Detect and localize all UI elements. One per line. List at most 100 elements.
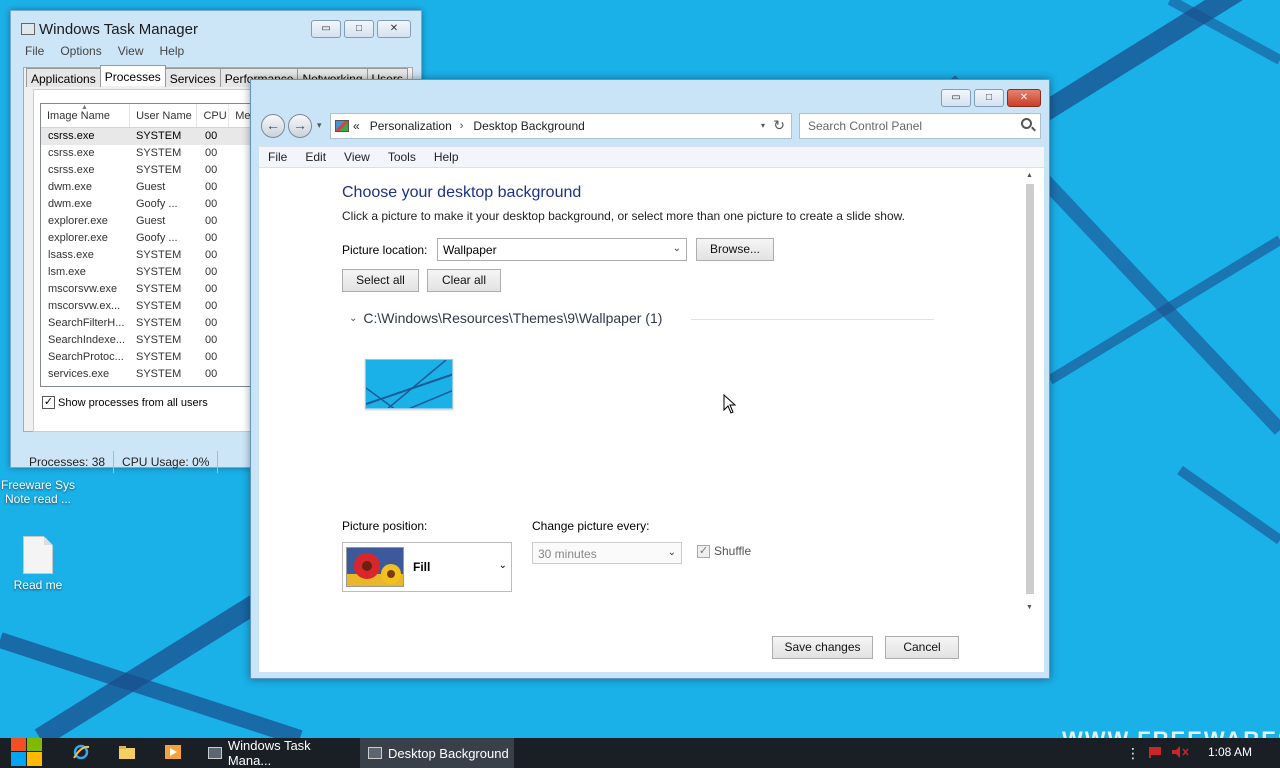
table-row[interactable]: lsm.exe SYSTEM 00: [41, 264, 253, 281]
search-icon[interactable]: [1021, 118, 1032, 129]
task-manager-caption-buttons: ▭ □ ✕: [311, 20, 411, 38]
address-dropdown-icon[interactable]: ▾: [761, 121, 765, 130]
refresh-icon[interactable]: ↻: [773, 117, 785, 134]
control-panel-window[interactable]: ▭ □ ✕ ← → ▾ « Personalization › Desktop …: [250, 79, 1050, 679]
history-dropdown-icon[interactable]: ▾: [317, 120, 322, 131]
minimize-button[interactable]: ▭: [311, 20, 341, 38]
media-player-icon[interactable]: [164, 744, 182, 760]
task-manager-title: Windows Task Manager: [21, 21, 198, 38]
save-changes-button[interactable]: Save changes: [772, 636, 873, 659]
process-name-cell: services.exe: [48, 368, 110, 380]
search-box[interactable]: Search Control Panel: [799, 113, 1041, 139]
menu-file[interactable]: File: [25, 44, 44, 58]
start-button[interactable]: [10, 737, 43, 767]
table-row[interactable]: mscorsvw.exe SYSTEM 00: [41, 281, 253, 298]
column-user-name[interactable]: User Name: [130, 104, 198, 127]
table-row[interactable]: services.exe SYSTEM 00: [41, 366, 253, 383]
tab-services[interactable]: Services: [164, 68, 221, 87]
menu-help[interactable]: Help: [425, 147, 468, 167]
breadcrumb-personalization[interactable]: Personalization: [370, 119, 452, 133]
maximize-button[interactable]: □: [974, 89, 1004, 107]
table-row[interactable]: dwm.exe Guest 00: [41, 179, 253, 196]
table-row[interactable]: explorer.exe Guest 00: [41, 213, 253, 230]
show-all-checkbox[interactable]: ✓: [42, 396, 55, 409]
table-row[interactable]: csrss.exe SYSTEM 00: [41, 145, 253, 162]
breadcrumb-desktop-background[interactable]: Desktop Background: [473, 119, 584, 133]
cancel-button[interactable]: Cancel: [885, 636, 959, 659]
address-prefix[interactable]: «: [353, 119, 360, 133]
column-image-name[interactable]: ▲ Image Name: [41, 104, 131, 127]
user-name-cell: SYSTEM: [136, 317, 182, 329]
minimize-button[interactable]: ▭: [941, 89, 971, 107]
volume-muted-icon[interactable]: [1171, 745, 1189, 759]
action-center-flag-icon[interactable]: [1148, 745, 1164, 759]
table-row[interactable]: explorer.exe Goofy ... 00: [41, 230, 253, 247]
wallpaper-thumbnail[interactable]: [365, 359, 453, 409]
cpu-cell: 00: [205, 164, 218, 176]
scroll-down-icon[interactable]: ▼: [1026, 604, 1033, 611]
tab-applications[interactable]: Applications: [26, 68, 101, 87]
table-row[interactable]: SearchIndexe... SYSTEM 00: [41, 332, 253, 349]
scroll-up-icon[interactable]: ▲: [1026, 172, 1033, 179]
table-row[interactable]: mscorsvw.ex... SYSTEM 00: [41, 298, 253, 315]
table-row[interactable]: SearchFilterH... SYSTEM 00: [41, 315, 253, 332]
chevron-down-icon: ⌄: [667, 547, 676, 558]
page-description: Click a picture to make it your desktop …: [342, 209, 905, 223]
menu-view[interactable]: View: [118, 44, 144, 58]
tab-processes[interactable]: Processes: [99, 65, 166, 86]
user-name-cell: SYSTEM: [136, 300, 182, 312]
picture-position-select[interactable]: Fill ⌄: [342, 542, 512, 592]
picture-location-value: Wallpaper: [443, 243, 497, 257]
column-cpu[interactable]: CPU: [197, 104, 230, 127]
position-preview-image: [346, 547, 404, 587]
forward-button[interactable]: →: [288, 114, 312, 138]
menu-tools[interactable]: Tools: [379, 147, 425, 167]
vertical-scrollbar[interactable]: ▲ ▼: [1024, 168, 1036, 614]
close-button[interactable]: ✕: [377, 20, 411, 38]
address-bar[interactable]: « Personalization › Desktop Background ▾…: [330, 113, 792, 139]
table-row[interactable]: csrss.exe SYSTEM 00: [41, 128, 253, 145]
system-clock[interactable]: 1:08 AM: [1208, 745, 1252, 759]
wallpaper-group-header[interactable]: ⌄ C:\Windows\Resources\Themes\9\Wallpape…: [349, 310, 662, 326]
menu-edit[interactable]: Edit: [296, 147, 335, 167]
clear-all-button[interactable]: Clear all: [427, 269, 501, 292]
file-explorer-icon[interactable]: [118, 744, 136, 760]
shuffle-label: Shuffle: [714, 544, 752, 558]
picture-location-select[interactable]: Wallpaper ⌄: [437, 238, 687, 261]
freeware-note-label-line2: Note read ...: [4, 492, 72, 506]
desktop-icon-read-me[interactable]: Read me: [0, 536, 76, 592]
task-manager-title-text: Windows Task Manager: [39, 21, 198, 38]
desktop-icon-freeware-note[interactable]: Freeware Sys Note read ...: [0, 478, 76, 506]
show-all-processes[interactable]: ✓ Show processes from all users: [42, 396, 208, 409]
status-processes: Processes: 38: [21, 451, 115, 473]
browse-button[interactable]: Browse...: [696, 238, 774, 261]
process-table-header: ▲ Image Name User Name CPU Me: [41, 104, 253, 128]
user-name-cell: SYSTEM: [136, 334, 182, 346]
table-row[interactable]: SearchProtoc... SYSTEM 00: [41, 349, 253, 366]
table-row[interactable]: lsass.exe SYSTEM 00: [41, 247, 253, 264]
tray-overflow-icon[interactable]: ⋮: [1126, 745, 1140, 762]
process-name-cell: SearchIndexe...: [48, 334, 126, 346]
collapse-icon[interactable]: ⌄: [349, 313, 357, 324]
close-button[interactable]: ✕: [1007, 89, 1041, 107]
table-row[interactable]: csrss.exe SYSTEM 00: [41, 162, 253, 179]
menu-help[interactable]: Help: [160, 44, 185, 58]
picture-position-value: Fill: [413, 560, 431, 574]
watermark: WWW.FREEWARESYS: [1062, 727, 1280, 738]
taskbar-task-manager[interactable]: Windows Task Mana...: [200, 738, 356, 768]
menu-options[interactable]: Options: [60, 44, 101, 58]
breadcrumb-separator-icon[interactable]: ›: [460, 120, 464, 132]
menu-view[interactable]: View: [335, 147, 379, 167]
sort-arrow-icon: ▲: [81, 104, 88, 111]
internet-explorer-icon[interactable]: [72, 744, 90, 760]
process-table[interactable]: ▲ Image Name User Name CPU Me csrss.exe SY…: [40, 103, 254, 387]
user-name-cell: SYSTEM: [136, 249, 182, 261]
table-row[interactable]: dwm.exe Goofy ... 00: [41, 196, 253, 213]
menu-file[interactable]: File: [259, 147, 296, 167]
taskbar-desktop-background[interactable]: Desktop Background: [360, 738, 514, 768]
chevron-down-icon: ⌄: [498, 560, 507, 571]
scrollbar-thumb[interactable]: [1026, 184, 1034, 594]
select-all-button[interactable]: Select all: [342, 269, 419, 292]
back-button[interactable]: ←: [261, 114, 285, 138]
maximize-button[interactable]: □: [344, 20, 374, 38]
